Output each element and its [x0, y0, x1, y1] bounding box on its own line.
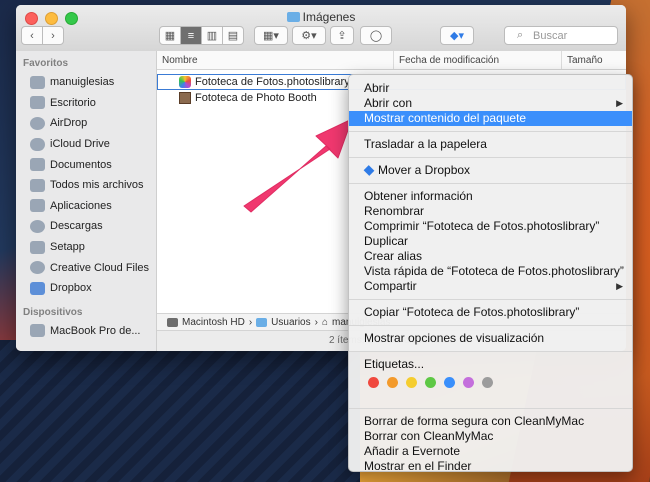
- coverflow-view-icon[interactable]: ▤: [222, 26, 244, 45]
- chevron-right-icon: ›: [314, 317, 318, 328]
- folder-icon: [30, 240, 45, 254]
- menu-item-reveal-in-finder[interactable]: Mostrar en el Finder: [349, 459, 632, 474]
- airdrop-icon: [30, 116, 45, 130]
- menu-separator: [349, 408, 632, 409]
- path-item[interactable]: Usuarios: [271, 317, 310, 328]
- submenu-arrow-icon: ▶: [616, 281, 623, 291]
- chevron-right-icon: ›: [248, 317, 253, 328]
- menu-separator: [349, 299, 632, 300]
- path-item[interactable]: Macintosh HD: [182, 317, 245, 328]
- file-name: Fototeca de Fotos.photoslibrary: [195, 76, 350, 88]
- sidebar: Favoritos manuiglesias Escritorio AirDro…: [16, 51, 157, 351]
- all-files-icon: [30, 178, 45, 192]
- column-header-size[interactable]: Tamaño: [562, 51, 626, 69]
- tag-green-dot[interactable]: [425, 377, 436, 388]
- search-input[interactable]: ⌕ Buscar: [504, 26, 618, 45]
- tag-purple-dot[interactable]: [463, 377, 474, 388]
- column-header-date[interactable]: Fecha de modificación: [394, 51, 562, 69]
- home-icon: [30, 75, 45, 89]
- cloud-icon: [30, 137, 45, 151]
- menu-separator: [349, 325, 632, 326]
- menu-separator: [349, 351, 632, 352]
- photos-library-icon: [179, 76, 191, 88]
- desktop-icon: [30, 96, 45, 110]
- sidebar-item-all-files[interactable]: Todos mis archivos: [16, 175, 156, 196]
- file-name: Fototeca de Photo Booth: [195, 92, 317, 104]
- action-gear-icon[interactable]: ⚙▾: [292, 26, 326, 45]
- menu-item-quick-look[interactable]: Vista rápida de “Fototeca de Fotos.photo…: [349, 264, 632, 279]
- back-button[interactable]: ‹: [21, 26, 43, 45]
- applications-icon: [30, 199, 45, 213]
- wallpaper-pattern: [0, 340, 360, 482]
- sidebar-item-dropbox[interactable]: Dropbox: [16, 278, 156, 299]
- menu-item-compress[interactable]: Comprimir “Fototeca de Fotos.photoslibra…: [349, 219, 632, 234]
- menu-item-tags[interactable]: Etiquetas...: [349, 357, 632, 372]
- menu-item-duplicate[interactable]: Duplicar: [349, 234, 632, 249]
- menu-item-share[interactable]: Compartir ▶: [349, 279, 632, 294]
- tag-red-dot[interactable]: [368, 377, 379, 388]
- submenu-arrow-icon: ▶: [616, 98, 623, 108]
- menu-item-rename[interactable]: Renombrar: [349, 204, 632, 219]
- menu-item-make-alias[interactable]: Crear alias: [349, 249, 632, 264]
- sidebar-item-setapp[interactable]: Setapp: [16, 237, 156, 258]
- home-icon: ⌂: [321, 317, 329, 328]
- sidebar-item-desktop[interactable]: Escritorio: [16, 93, 156, 114]
- titlebar: Imágenes ‹ › ▦ ≡ ▥ ▤ ▦▾ ⚙▾ ⇪ ◯ ◆▾ ⌕ Busca…: [16, 5, 626, 52]
- window-title: Imágenes: [16, 10, 626, 24]
- menu-item-move-to-dropbox[interactable]: Mover a Dropbox: [349, 163, 632, 178]
- menu-item-open-with[interactable]: Abrir con ▶: [349, 96, 632, 111]
- arrange-button[interactable]: ▦▾: [254, 26, 288, 45]
- sidebar-item-applications[interactable]: Aplicaciones: [16, 196, 156, 217]
- menu-item-move-to-trash[interactable]: Trasladar a la papelera: [349, 137, 632, 152]
- sidebar-item-macbook[interactable]: MacBook Pro de...: [16, 321, 156, 342]
- list-view-icon[interactable]: ≡: [180, 26, 202, 45]
- sidebar-item-creative-cloud[interactable]: Creative Cloud Files: [16, 257, 156, 278]
- sidebar-item-documents[interactable]: Documentos: [16, 154, 156, 175]
- hard-drive-icon: [167, 318, 178, 327]
- tag-orange-dot[interactable]: [387, 377, 398, 388]
- forward-button[interactable]: ›: [42, 26, 64, 45]
- laptop-icon: [30, 324, 45, 338]
- sidebar-item-icloud[interactable]: iCloud Drive: [16, 134, 156, 155]
- download-icon: [30, 219, 45, 233]
- document-icon: [30, 158, 45, 172]
- menu-item-add-to-evernote[interactable]: Añadir a Evernote: [349, 444, 632, 459]
- context-menu: Abrir Abrir con ▶ Mostrar contenido del p…: [348, 74, 633, 474]
- photo-booth-icon: [179, 92, 191, 104]
- menu-item-get-info[interactable]: Obtener información: [349, 189, 632, 204]
- menu-item-copy[interactable]: Copiar “Fototeca de Fotos.photoslibrary”: [349, 305, 632, 320]
- share-icon[interactable]: ⇪: [330, 26, 354, 45]
- tag-icon[interactable]: ◯: [360, 26, 392, 45]
- menu-separator: [349, 131, 632, 132]
- dropbox-icon: [363, 165, 375, 176]
- tag-yellow-dot[interactable]: [406, 377, 417, 388]
- nav-buttons: ‹ ›: [21, 26, 64, 45]
- menu-item-view-options[interactable]: Mostrar opciones de visualización: [349, 331, 632, 346]
- dropbox-toolbar-icon[interactable]: ◆▾: [440, 26, 474, 45]
- search-icon: ⌕: [517, 29, 524, 41]
- menu-separator: [349, 183, 632, 184]
- folder-icon: [256, 318, 268, 327]
- tag-colors: [349, 372, 632, 392]
- icon-view-icon[interactable]: ▦: [159, 26, 181, 45]
- tag-blue-dot[interactable]: [444, 377, 455, 388]
- sidebar-item-airdrop[interactable]: AirDrop: [16, 113, 156, 134]
- sidebar-header-devices: Dispositivos: [23, 306, 83, 318]
- view-switcher: ▦ ≡ ▥ ▤: [159, 26, 244, 45]
- dropbox-icon: [30, 281, 45, 295]
- column-headers: Nombre Fecha de modificación Tamaño: [157, 51, 626, 70]
- menu-item-show-package-contents[interactable]: Mostrar contenido del paquete: [349, 111, 632, 126]
- sidebar-item-home[interactable]: manuiglesias: [16, 72, 156, 93]
- sidebar-item-downloads[interactable]: Descargas: [16, 216, 156, 237]
- sidebar-header-favorites: Favoritos: [23, 58, 69, 69]
- menu-separator: [349, 157, 632, 158]
- column-view-icon[interactable]: ▥: [201, 26, 223, 45]
- folder-icon: [286, 12, 300, 22]
- menu-item-erase-cleanmymac[interactable]: Borrar con CleanMyMac: [349, 429, 632, 444]
- creative-cloud-icon: [30, 261, 45, 275]
- tag-gray-dot[interactable]: [482, 377, 493, 388]
- menu-item-secure-erase-cleanmymac[interactable]: Borrar de forma segura con CleanMyMac: [349, 414, 632, 429]
- column-header-name[interactable]: Nombre: [157, 51, 394, 69]
- menu-item-open[interactable]: Abrir: [349, 81, 632, 96]
